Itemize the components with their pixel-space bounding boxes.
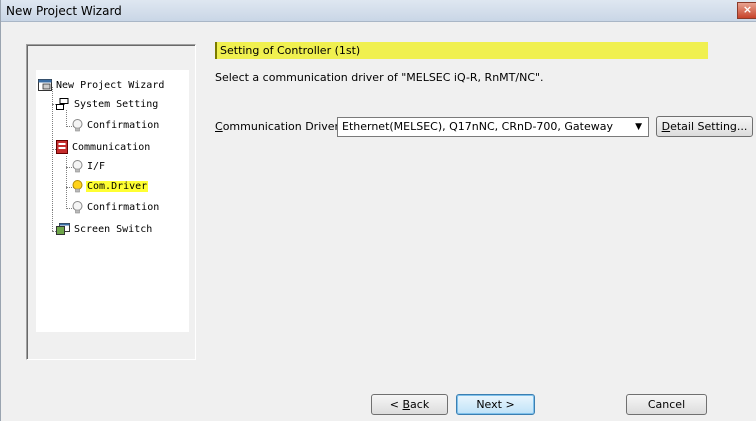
tree-item-com-confirmation[interactable]: Confirmation: [72, 200, 160, 216]
button-label: ack: [410, 398, 430, 411]
tree-item-screen-switch[interactable]: Screen Switch: [56, 222, 153, 238]
tree-item-system-setting[interactable]: System Setting: [56, 97, 159, 113]
tree-line: [52, 210, 53, 231]
tree-panel: New Project Wizard System Setting Confir…: [26, 44, 196, 360]
description-text: Select a communication driver of "MELSEC…: [215, 71, 544, 84]
tree-item-if[interactable]: I/F: [72, 159, 106, 175]
button-label: Cancel: [647, 398, 686, 411]
button-label: etail Setting...: [670, 120, 748, 133]
plc-icon: [56, 140, 68, 154]
button-label: <: [389, 398, 403, 411]
title-bar[interactable]: New Project Wizard ×: [1, 0, 756, 22]
tree-item-system-confirmation[interactable]: Confirmation: [72, 118, 160, 134]
network-icon: [56, 98, 69, 110]
selected-value: Ethernet(MELSEC), Q17nNC, CRnD-700, Gate…: [342, 120, 613, 133]
bulb-icon: [72, 118, 83, 131]
wizard-step-tree: New Project Wizard System Setting Confir…: [36, 70, 189, 332]
accelerator-key: D: [661, 120, 671, 133]
bulb-icon: [72, 159, 83, 172]
window-title: New Project Wizard: [6, 4, 122, 18]
tree-item-communication[interactable]: Communication: [56, 140, 151, 156]
tree-item-root[interactable]: New Project Wizard: [38, 78, 165, 94]
cancel-button[interactable]: Cancel: [626, 394, 707, 415]
communication-driver-label: Communication Driver:: [215, 120, 343, 133]
bulb-lit-icon: [72, 179, 83, 192]
page-title: Setting of Controller (1st): [215, 42, 708, 59]
bulb-icon: [72, 200, 83, 213]
tree-line: [66, 156, 67, 209]
button-label: Next >: [476, 398, 515, 411]
screen-icon: [56, 223, 70, 235]
accelerator-key: B: [402, 398, 411, 411]
back-button[interactable]: < Back: [371, 394, 448, 415]
wizard-window: New Project Wizard × New Project Wizard: [0, 0, 756, 421]
next-button[interactable]: Next >: [456, 394, 535, 415]
close-button[interactable]: ×: [737, 2, 756, 19]
close-icon: ×: [742, 3, 753, 16]
label-text: ommunication Driver:: [222, 120, 343, 133]
dropdown-arrow-icon[interactable]: ▼: [635, 118, 642, 136]
tree-item-com-driver[interactable]: Com.Driver: [72, 179, 149, 195]
accelerator-key: C: [215, 120, 223, 133]
detail-setting-button[interactable]: Detail Setting...: [656, 116, 753, 137]
wizard-icon: [38, 79, 52, 91]
communication-driver-select[interactable]: Ethernet(MELSEC), Q17nNC, CRnD-700, Gate…: [337, 117, 649, 137]
